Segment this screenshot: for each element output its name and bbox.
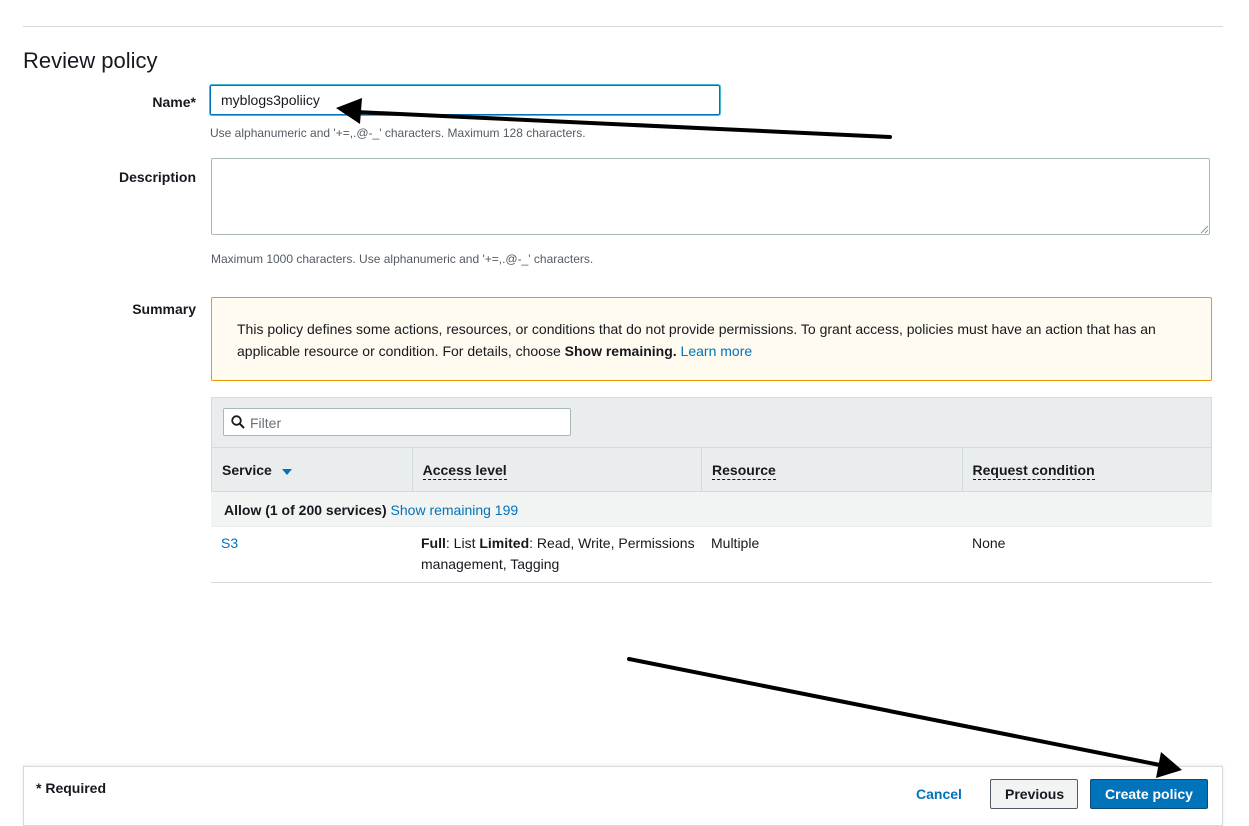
show-remaining-link[interactable]: Show remaining 199 <box>391 502 519 518</box>
column-header-request-condition: Request condition <box>961 448 1212 491</box>
wizard-footer: * Required Cancel Previous Create policy <box>23 766 1223 826</box>
policy-name-input[interactable] <box>210 85 720 115</box>
allow-group-row: Allow (1 of 200 services) Show remaining… <box>211 492 1212 527</box>
name-label: Name* <box>152 94 196 110</box>
name-hint: Use alphanumeric and '+=,.@-_' character… <box>210 126 586 140</box>
cancel-button[interactable]: Cancel <box>904 779 974 809</box>
resource-cell: Multiple <box>711 535 760 551</box>
top-divider <box>23 26 1223 27</box>
permissions-warning-alert: This policy defines some actions, resour… <box>211 297 1212 381</box>
access-limited-label: Limited <box>479 535 530 551</box>
filter-box[interactable] <box>223 408 571 436</box>
column-request-condition-label: Request condition <box>972 462 1095 480</box>
resize-grip-icon[interactable] <box>1200 225 1209 234</box>
create-policy-button[interactable]: Create policy <box>1090 779 1208 809</box>
allow-group-label: Allow (1 of 200 services) <box>224 502 387 518</box>
column-service-label: Service <box>222 462 272 478</box>
request-condition-cell: None <box>972 535 1006 551</box>
previous-button[interactable]: Previous <box>990 779 1078 809</box>
service-s3-link[interactable]: S3 <box>221 535 238 551</box>
description-textarea[interactable] <box>211 158 1210 235</box>
summary-label: Summary <box>132 301 196 317</box>
access-full-label: Full <box>421 535 446 551</box>
annotation-arrow-icon <box>627 657 1182 778</box>
column-resource-label: Resource <box>712 462 776 480</box>
table-row: S3 Full: List Limited: Read, Write, Perm… <box>211 527 1212 583</box>
column-header-service[interactable]: Service <box>212 448 412 491</box>
description-label: Description <box>118 169 196 185</box>
access-full-value: : List <box>445 535 480 551</box>
description-hint: Maximum 1000 characters. Use alphanumeri… <box>211 252 594 266</box>
filter-input[interactable] <box>248 412 562 434</box>
learn-more-link[interactable]: Learn more <box>681 343 753 359</box>
page-title: Review policy <box>23 48 158 73</box>
search-icon <box>231 415 245 429</box>
required-note: * Required <box>36 780 107 796</box>
policy-summary-table: Service Access level Resource Request co… <box>211 397 1212 583</box>
warning-bold-text: Show remaining. <box>564 343 677 359</box>
column-access-level-label: Access level <box>422 462 507 480</box>
table-header: Service Access level Resource Request co… <box>211 447 1212 492</box>
sort-down-icon[interactable] <box>281 469 292 475</box>
column-header-access-level: Access level <box>411 448 701 491</box>
column-header-resource: Resource <box>701 448 961 491</box>
access-level-cell: Full: List Limited: Read, Write, Permiss… <box>411 527 701 582</box>
filter-bar <box>211 397 1212 447</box>
